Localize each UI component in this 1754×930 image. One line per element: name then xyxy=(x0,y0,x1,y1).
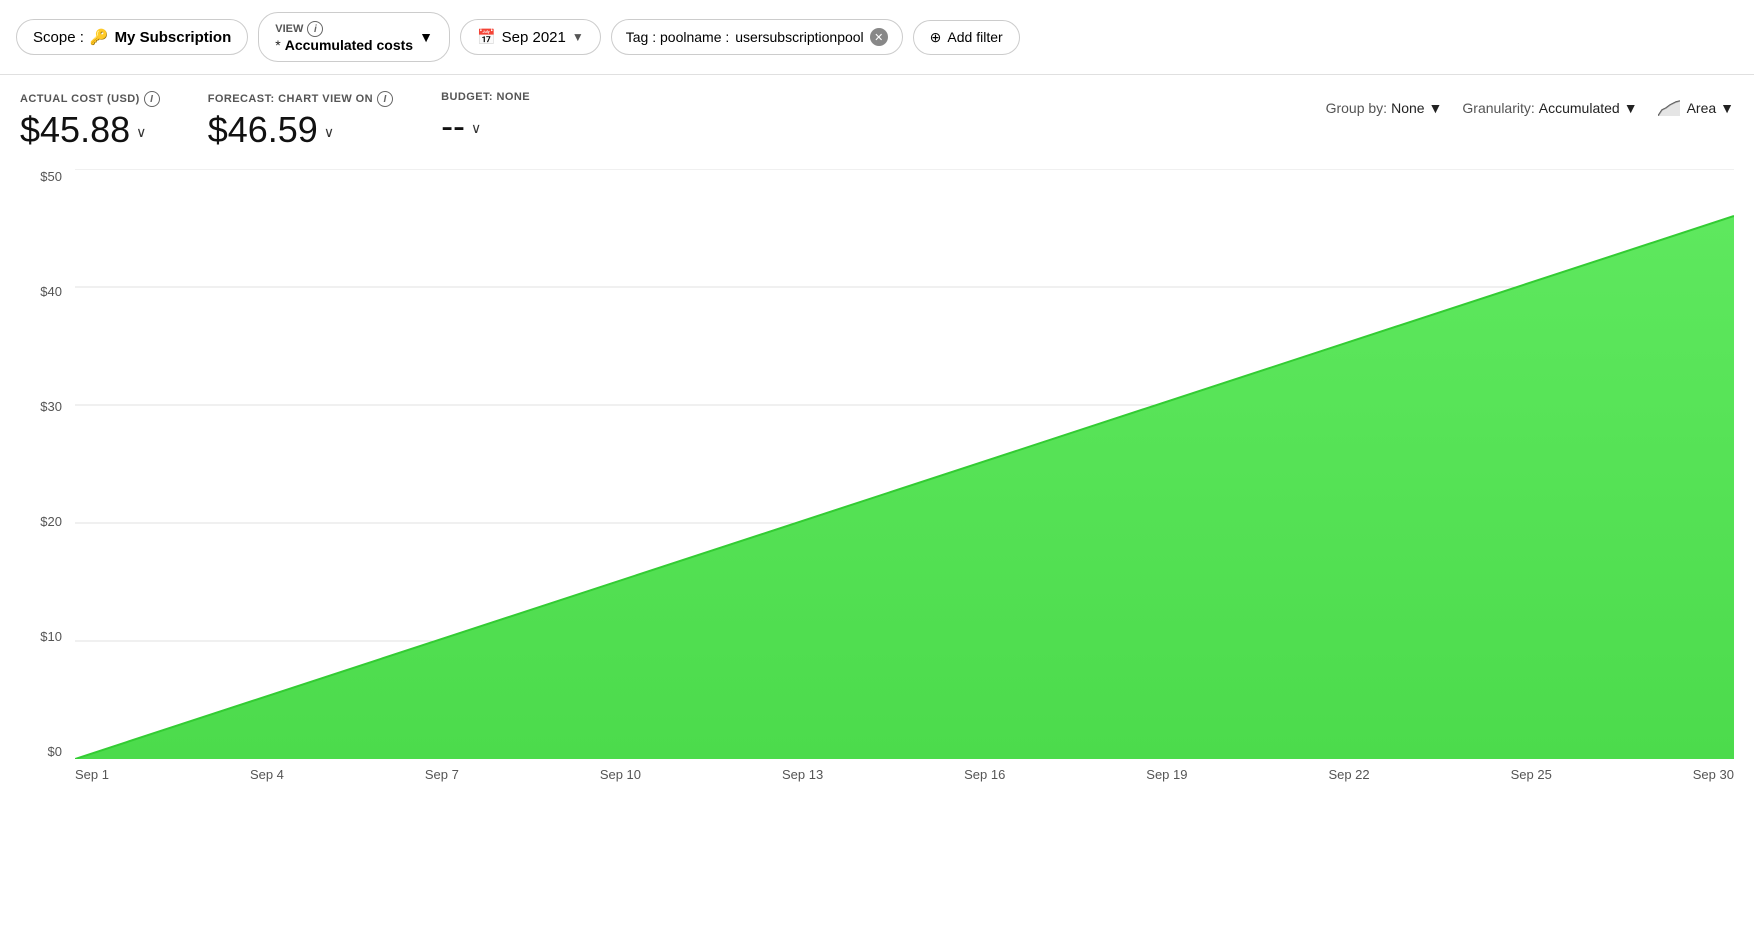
tag-button[interactable]: Tag : poolname : usersubscriptionpool ✕ xyxy=(611,19,903,55)
x-label-sep16: Sep 16 xyxy=(964,767,1005,782)
x-axis: Sep 1 Sep 4 Sep 7 Sep 10 Sep 13 Sep 16 S… xyxy=(75,759,1734,789)
x-label-sep30: Sep 30 xyxy=(1693,767,1734,782)
x-label-sep22: Sep 22 xyxy=(1328,767,1369,782)
y-label-20: $20 xyxy=(20,514,70,529)
view-value: Accumulated costs xyxy=(285,37,413,53)
date-button[interactable]: 📅 Sep 2021 ▼ xyxy=(460,19,601,55)
view-asterisk-mark: * xyxy=(275,37,280,53)
area-chart-icon xyxy=(1658,99,1683,116)
metrics-left: ACTUAL COST (USD) i $45.88 ∨ FORECAST: C… xyxy=(20,91,530,151)
forecast-block: FORECAST: CHART VIEW ON i $46.59 ∨ xyxy=(208,91,393,151)
forecast-info-icon[interactable]: i xyxy=(377,91,393,107)
view-chevron-icon: ▼ xyxy=(419,29,433,45)
tag-close-icon[interactable]: ✕ xyxy=(870,28,888,46)
x-label-sep25: Sep 25 xyxy=(1511,767,1552,782)
controls-right: Group by: None ▼ Granularity: Accumulate… xyxy=(1326,99,1734,116)
area-chart-svg xyxy=(75,169,1734,759)
granularity-control[interactable]: Granularity: Accumulated ▼ xyxy=(1462,100,1637,116)
y-label-50: $50 xyxy=(20,169,70,184)
granularity-label: Granularity: xyxy=(1462,100,1534,116)
group-by-control[interactable]: Group by: None ▼ xyxy=(1326,100,1443,116)
granularity-chevron-icon: ▼ xyxy=(1624,100,1638,116)
forecast-value[interactable]: $46.59 ∨ xyxy=(208,109,393,151)
actual-cost-value[interactable]: $45.88 ∨ xyxy=(20,109,160,151)
view-label: VIEW xyxy=(275,23,303,35)
y-label-0: $0 xyxy=(20,744,70,759)
forecast-chevron: ∨ xyxy=(324,124,334,141)
x-label-sep4: Sep 4 xyxy=(250,767,284,782)
y-label-30: $30 xyxy=(20,399,70,414)
scope-prefix: Scope : xyxy=(33,29,84,46)
view-button[interactable]: VIEW i * Accumulated costs ▼ xyxy=(258,12,450,62)
metrics-controls-row: ACTUAL COST (USD) i $45.88 ∨ FORECAST: C… xyxy=(0,75,1754,159)
actual-cost-chevron: ∨ xyxy=(136,124,146,141)
x-label-sep10: Sep 10 xyxy=(600,767,641,782)
date-value: Sep 2021 xyxy=(502,29,566,46)
chart-type-value: Area xyxy=(1687,100,1717,116)
chart-container: $0 $10 $20 $30 $40 $50 xyxy=(20,169,1734,789)
budget-chevron: ∨ xyxy=(471,120,481,137)
x-label-sep1: Sep 1 xyxy=(75,767,109,782)
budget-block: BUDGET: NONE -- ∨ xyxy=(441,91,530,147)
view-info-icon[interactable]: i xyxy=(307,21,323,37)
scope-key-icon: 🔑 xyxy=(90,28,109,46)
scope-button[interactable]: Scope : 🔑 My Subscription xyxy=(16,19,248,55)
actual-cost-block: ACTUAL COST (USD) i $45.88 ∨ xyxy=(20,91,160,151)
group-by-value: None xyxy=(1391,100,1424,116)
add-filter-button[interactable]: ⊕ Add filter xyxy=(913,20,1020,55)
granularity-value: Accumulated xyxy=(1539,100,1620,116)
budget-value[interactable]: -- ∨ xyxy=(441,105,530,147)
x-label-sep7: Sep 7 xyxy=(425,767,459,782)
scope-value: My Subscription xyxy=(115,29,232,46)
x-label-sep13: Sep 13 xyxy=(782,767,823,782)
chart-inner xyxy=(75,169,1734,759)
add-filter-label: Add filter xyxy=(947,29,1002,45)
forecast-label: FORECAST: CHART VIEW ON i xyxy=(208,91,393,107)
tag-value: usersubscriptionpool xyxy=(735,29,863,45)
y-label-10: $10 xyxy=(20,629,70,644)
group-by-chevron-icon: ▼ xyxy=(1429,100,1443,116)
y-label-40: $40 xyxy=(20,284,70,299)
chart-type-chevron-icon: ▼ xyxy=(1720,100,1734,116)
date-chevron-icon: ▼ xyxy=(572,30,584,44)
actual-cost-info-icon[interactable]: i xyxy=(144,91,160,107)
tag-prefix: Tag : poolname : xyxy=(626,29,730,45)
add-filter-icon: ⊕ xyxy=(930,29,942,46)
chart-area: $0 $10 $20 $30 $40 $50 xyxy=(20,169,1734,789)
x-label-sep19: Sep 19 xyxy=(1146,767,1187,782)
budget-label: BUDGET: NONE xyxy=(441,91,530,103)
toolbar: Scope : 🔑 My Subscription VIEW i * Accum… xyxy=(0,0,1754,75)
group-by-label: Group by: xyxy=(1326,100,1387,116)
y-axis: $0 $10 $20 $30 $40 $50 xyxy=(20,169,70,759)
actual-cost-label: ACTUAL COST (USD) i xyxy=(20,91,160,107)
chart-type-control[interactable]: Area ▼ xyxy=(1658,99,1734,116)
calendar-icon: 📅 xyxy=(477,28,496,46)
